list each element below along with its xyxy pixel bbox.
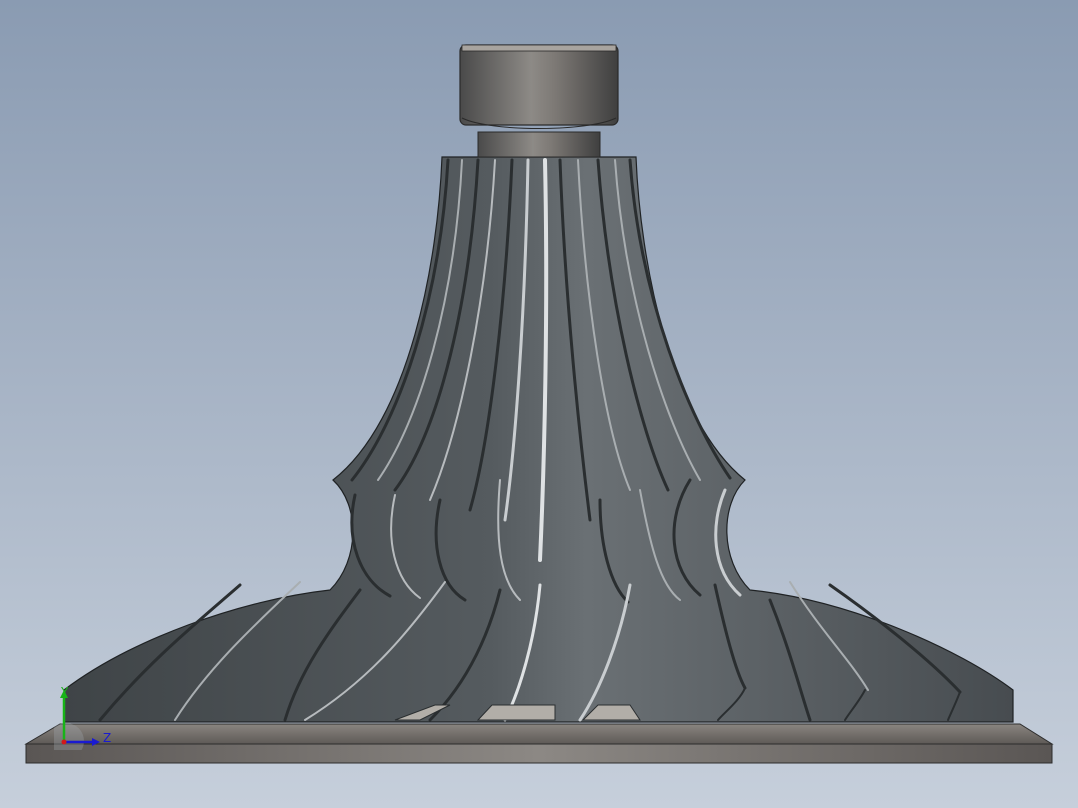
z-axis-label: Z bbox=[103, 731, 111, 745]
y-axis-label: Y bbox=[60, 686, 69, 699]
graphics-viewport[interactable]: Y Z bbox=[0, 0, 1078, 808]
hub-cap bbox=[459, 44, 619, 129]
triad-disc bbox=[54, 723, 84, 750]
hub-neck bbox=[477, 131, 601, 158]
coordinate-triad: Y Z bbox=[54, 686, 111, 750]
impeller-body bbox=[63, 156, 1014, 723]
z-axis-arrowhead bbox=[92, 738, 100, 746]
base-plate bbox=[24, 723, 1054, 764]
model-view[interactable] bbox=[0, 0, 1078, 808]
x-axis-point bbox=[61, 739, 67, 745]
